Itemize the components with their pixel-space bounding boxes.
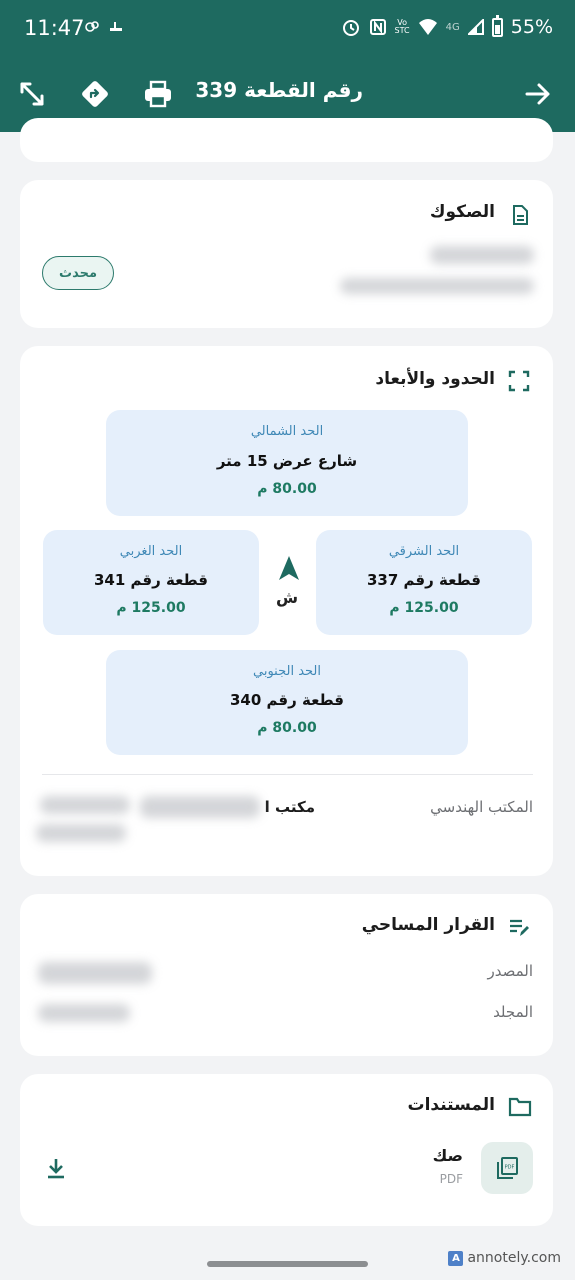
documents-title: المستندات: [407, 1095, 495, 1115]
wifi-icon: [418, 19, 437, 35]
dimensions-icon: [508, 370, 530, 392]
status-bar: 11:47 Vo STC 4G 55%: [0, 0, 575, 58]
volume-label: المجلد: [493, 1003, 533, 1021]
volume-value-redacted: [38, 1004, 130, 1022]
divider: [42, 774, 533, 775]
survey-decision-title: القرار المساحي: [361, 915, 495, 935]
west-boundary-length: 125.00 م: [116, 600, 186, 616]
document-name[interactable]: صك: [433, 1146, 463, 1165]
folder-icon: [508, 1097, 532, 1117]
engineering-office-number-redacted: [36, 824, 126, 842]
west-boundary-label: الحد الغربي: [119, 544, 183, 559]
svg-text:PDF: PDF: [505, 1165, 515, 1171]
south-boundary-label: الحد الجنوبي: [253, 664, 321, 679]
north-boundary-label: الحد الشمالي: [250, 424, 324, 439]
deed-number-redacted: [430, 246, 534, 264]
south-boundary: الحد الجنوبي قطعة رقم 340 80.00 م: [106, 650, 468, 755]
engineering-office-value: مكتب ا: [264, 798, 315, 816]
carrier-label: STC: [394, 26, 410, 35]
deed-date-redacted: [340, 278, 534, 294]
notification-icon: [85, 21, 99, 32]
north-arrow-icon: [279, 556, 299, 580]
edit-list-icon: [510, 919, 529, 936]
download-icon: [48, 1159, 64, 1179]
deeds-card: الصكوك محدث: [20, 180, 553, 328]
directions-icon[interactable]: [79, 78, 111, 110]
engineering-office-redacted: [140, 796, 260, 818]
source-value-redacted: [38, 962, 152, 984]
west-boundary: الحد الغربي قطعة رقم 341 125.00 م: [43, 530, 259, 635]
north-boundary: الحد الشمالي شارع عرض 15 متر 80.00 م: [106, 410, 468, 516]
engineering-office-label: المكتب الهندسي: [430, 798, 533, 816]
deeds-title: الصكوك: [429, 202, 495, 222]
nfc-icon: [369, 19, 386, 35]
pdf-file-icon[interactable]: PDF: [481, 1142, 533, 1194]
north-boundary-value: شارع عرض 15 متر: [216, 452, 358, 470]
east-boundary-label: الحد الشرقي: [388, 544, 460, 559]
home-indicator[interactable]: [207, 1261, 368, 1267]
alarm-icon: [342, 20, 359, 36]
previous-card: [20, 118, 553, 162]
expand-icon[interactable]: [16, 78, 48, 110]
network-type: 4G: [445, 21, 460, 33]
status-badge: محدث: [42, 256, 114, 290]
watermark: A annotely.com: [448, 1250, 561, 1266]
back-arrow-icon[interactable]: [522, 78, 554, 110]
east-boundary-length: 125.00 م: [389, 600, 459, 616]
document-icon: [513, 205, 528, 225]
east-boundary-value: قطعة رقم 337: [367, 571, 481, 589]
west-boundary-value: قطعة رقم 341: [94, 571, 208, 589]
east-boundary: الحد الشرقي قطعة رقم 337 125.00 م: [316, 530, 532, 635]
battery-percent: 55%: [510, 16, 553, 38]
signal-icon: [467, 19, 484, 35]
battery-icon: [491, 14, 503, 37]
watermark-logo-icon: A: [448, 1250, 464, 1266]
app-notification-icon: [110, 22, 122, 31]
print-icon[interactable]: [142, 78, 174, 110]
engineering-office-detail-redacted: [40, 796, 130, 814]
status-time: 11:47: [24, 16, 85, 40]
boundaries-title: الحدود والأبعاد: [375, 369, 495, 389]
watermark-text: annotely.com: [467, 1250, 561, 1266]
south-boundary-value: قطعة رقم 340: [230, 691, 344, 709]
south-boundary-length: 80.00 م: [257, 720, 317, 736]
source-label: المصدر: [487, 962, 533, 980]
document-type: PDF: [439, 1172, 463, 1186]
compass-north-label: ش: [276, 588, 299, 607]
page-title: رقم القطعة 339: [195, 78, 363, 102]
download-button[interactable]: [42, 1154, 70, 1182]
north-boundary-length: 80.00 م: [257, 481, 317, 497]
